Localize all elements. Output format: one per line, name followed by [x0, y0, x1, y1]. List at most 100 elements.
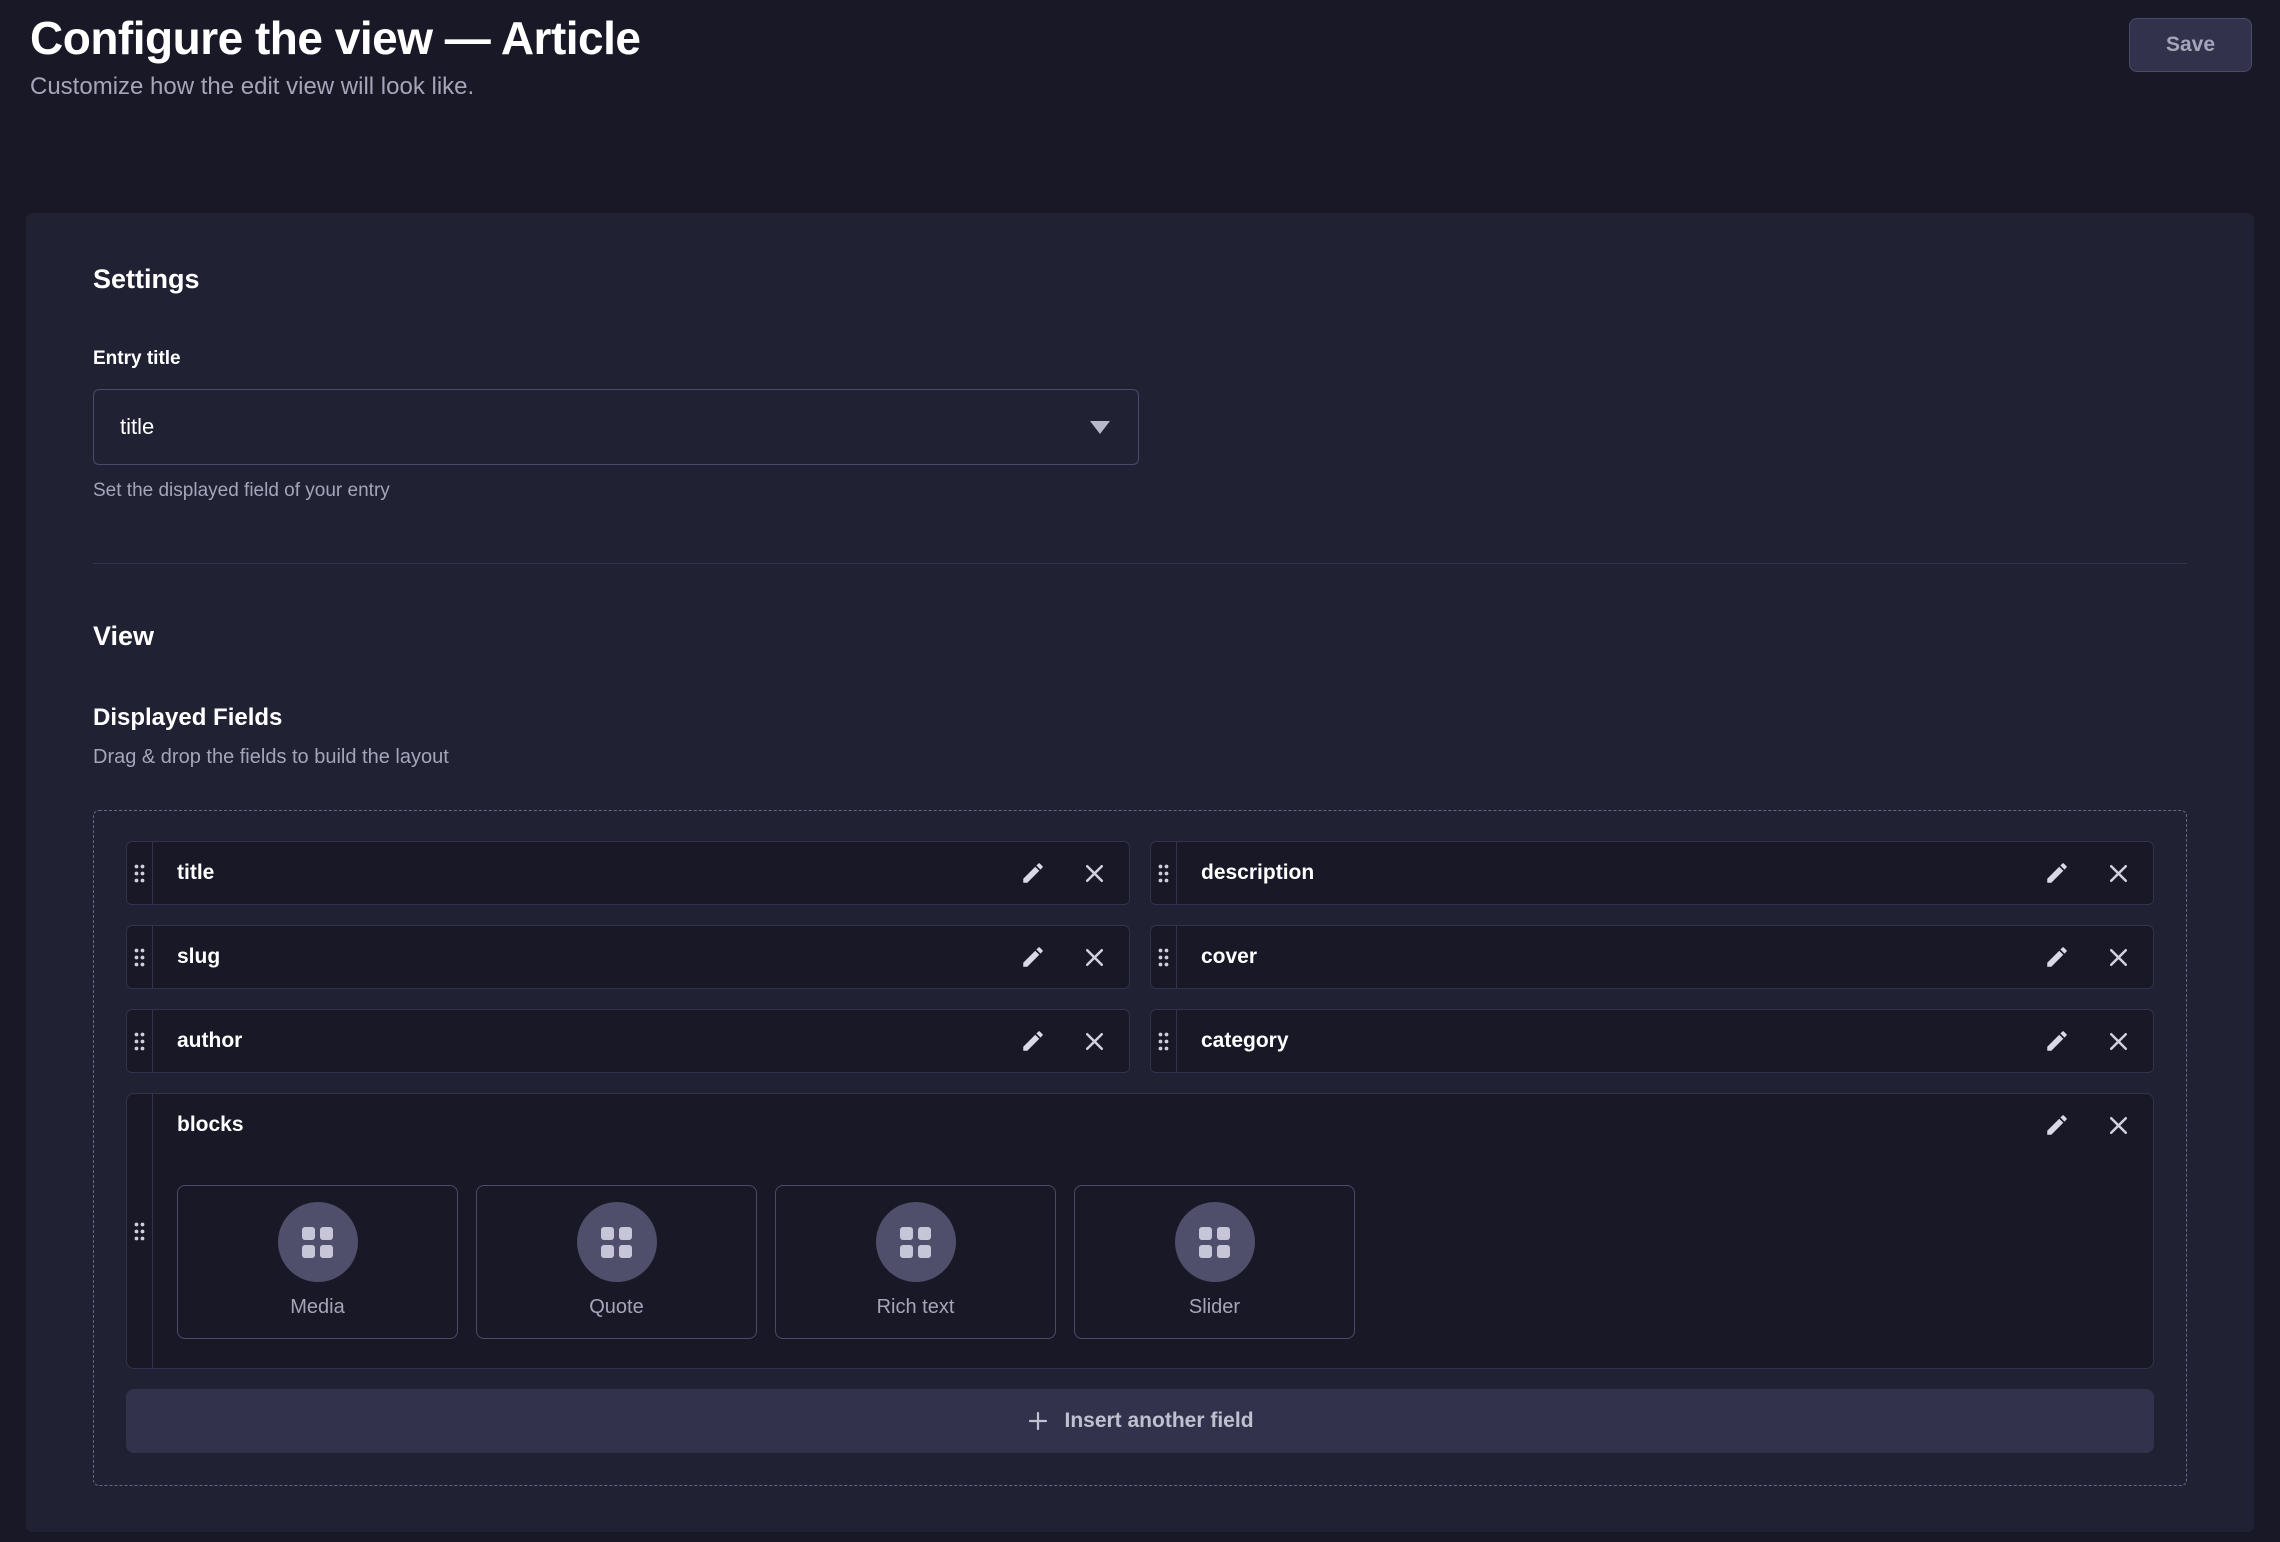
row-actions — [2044, 1010, 2153, 1072]
dynamic-zone-row-blocks: blocks Media — [126, 1093, 2154, 1369]
insert-field-label: Insert another field — [1064, 1409, 1253, 1433]
displayed-fields-hint: Drag & drop the fields to build the layo… — [93, 744, 2187, 770]
close-icon — [2106, 861, 2131, 886]
row-actions — [1020, 1010, 1129, 1072]
component-grid-icon — [900, 1227, 931, 1258]
drag-handle[interactable] — [1151, 1010, 1177, 1072]
pencil-icon — [2044, 944, 2070, 970]
component-icon-circle — [577, 1202, 657, 1282]
close-icon — [1082, 945, 1107, 970]
insert-field-button[interactable]: Insert another field — [126, 1389, 2154, 1453]
dynamic-zone-head: blocks — [177, 1111, 2131, 1139]
field-row-cover: cover — [1150, 925, 2154, 989]
field-name: category — [1201, 1029, 2044, 1053]
edit-field-button[interactable] — [1020, 860, 1046, 886]
field-name: slug — [177, 945, 1020, 969]
dynamic-zone-content: blocks Media — [153, 1094, 2153, 1368]
drag-dots-icon — [133, 1221, 146, 1242]
remove-field-button[interactable] — [2106, 1029, 2131, 1054]
remove-field-button[interactable] — [2106, 861, 2131, 886]
entry-title-hint: Set the displayed field of your entry — [93, 479, 2187, 503]
edit-field-button[interactable] — [1020, 1028, 1046, 1054]
row-actions — [1020, 842, 1129, 904]
component-label: Rich text — [877, 1296, 955, 1319]
remove-field-button[interactable] — [1082, 1029, 1107, 1054]
component-label: Media — [290, 1296, 344, 1319]
edit-field-button[interactable] — [2044, 1112, 2070, 1138]
component-card-media[interactable]: Media — [177, 1185, 458, 1339]
view-section: View Displayed Fields Drag & drop the fi… — [93, 620, 2187, 1486]
settings-section: Settings Entry title title Set the displ… — [93, 263, 2187, 503]
component-card-rich-text[interactable]: Rich text — [775, 1185, 1056, 1339]
component-grid-icon — [302, 1227, 333, 1258]
close-icon — [1082, 1029, 1107, 1054]
page-title: Configure the view — Article — [30, 10, 2252, 66]
field-name: title — [177, 861, 1020, 885]
field-name: cover — [1201, 945, 2044, 969]
save-button[interactable]: Save — [2129, 18, 2252, 72]
field-row-slug: slug — [126, 925, 1130, 989]
component-label: Quote — [589, 1296, 643, 1319]
edit-field-button[interactable] — [2044, 944, 2070, 970]
field-row-category: category — [1150, 1009, 2154, 1073]
field-row-description: description — [1150, 841, 2154, 905]
row-actions — [2044, 842, 2153, 904]
row-actions — [2044, 1112, 2131, 1138]
drag-handle[interactable] — [127, 1010, 153, 1072]
remove-field-button[interactable] — [1082, 945, 1107, 970]
close-icon — [1082, 861, 1107, 886]
field-name: author — [177, 1029, 1020, 1053]
row-actions — [2044, 926, 2153, 988]
drag-dots-icon — [1157, 947, 1170, 968]
drag-handle[interactable] — [127, 926, 153, 988]
drag-dots-icon — [133, 947, 146, 968]
close-icon — [2106, 945, 2131, 970]
remove-field-button[interactable] — [1082, 861, 1107, 886]
component-cards: Media Quote Rich text — [177, 1185, 2131, 1339]
chevron-down-icon — [1090, 421, 1110, 434]
section-divider — [93, 563, 2187, 564]
pencil-icon — [2044, 1112, 2070, 1138]
edit-field-button[interactable] — [2044, 1028, 2070, 1054]
pencil-icon — [1020, 860, 1046, 886]
drag-handle[interactable] — [127, 1094, 153, 1368]
fields-dropzone: title description — [93, 810, 2187, 1486]
close-icon — [2106, 1029, 2131, 1054]
settings-heading: Settings — [93, 263, 2187, 295]
drag-dots-icon — [133, 863, 146, 884]
entry-title-select[interactable]: title — [93, 389, 1139, 465]
field-name: blocks — [177, 1111, 2044, 1139]
pencil-icon — [2044, 1028, 2070, 1054]
drag-handle[interactable] — [1151, 926, 1177, 988]
pencil-icon — [1020, 944, 1046, 970]
entry-title-field: Entry title title Set the displayed fiel… — [93, 347, 2187, 503]
plus-icon — [1026, 1409, 1050, 1433]
row-actions — [1020, 926, 1129, 988]
displayed-fields-label: Displayed Fields — [93, 704, 2187, 732]
close-icon — [2106, 1113, 2131, 1138]
drag-dots-icon — [133, 1031, 146, 1052]
remove-field-button[interactable] — [2106, 1113, 2131, 1138]
view-heading: View — [93, 620, 2187, 652]
component-icon-circle — [876, 1202, 956, 1282]
field-name: description — [1201, 861, 2044, 885]
component-icon-circle — [1175, 1202, 1255, 1282]
component-card-quote[interactable]: Quote — [476, 1185, 757, 1339]
component-icon-circle — [278, 1202, 358, 1282]
component-grid-icon — [601, 1227, 632, 1258]
entry-title-label: Entry title — [93, 347, 2187, 371]
component-grid-icon — [1199, 1227, 1230, 1258]
configure-view-panel: Settings Entry title title Set the displ… — [26, 213, 2254, 1532]
remove-field-button[interactable] — [2106, 945, 2131, 970]
field-row-author: author — [126, 1009, 1130, 1073]
pencil-icon — [2044, 860, 2070, 886]
drag-handle[interactable] — [127, 842, 153, 904]
page-subtitle: Customize how the edit view will look li… — [30, 72, 2252, 102]
drag-dots-icon — [1157, 1031, 1170, 1052]
component-card-slider[interactable]: Slider — [1074, 1185, 1355, 1339]
edit-field-button[interactable] — [1020, 944, 1046, 970]
pencil-icon — [1020, 1028, 1046, 1054]
edit-field-button[interactable] — [2044, 860, 2070, 886]
page-header: Configure the view — Article Customize h… — [0, 0, 2280, 102]
drag-handle[interactable] — [1151, 842, 1177, 904]
